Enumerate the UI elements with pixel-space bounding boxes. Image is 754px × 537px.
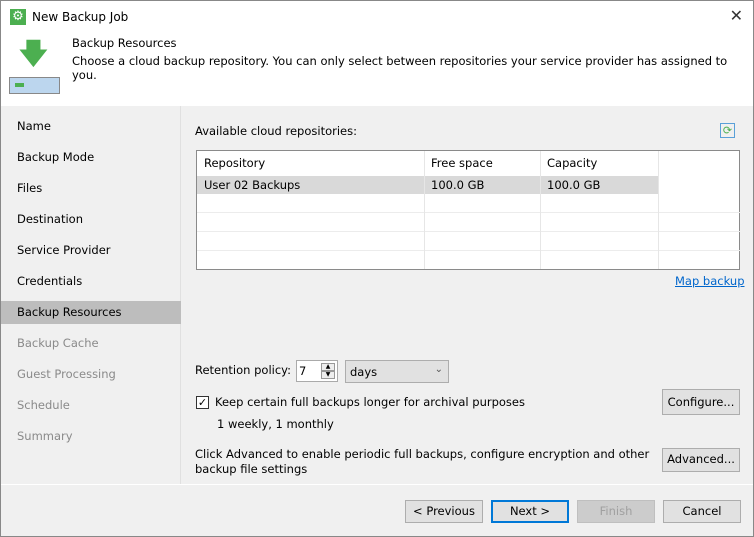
window-title: New Backup Job bbox=[32, 10, 129, 24]
next-button[interactable]: Next > bbox=[491, 500, 569, 523]
step-description: Choose a cloud backup repository. You ca… bbox=[72, 54, 728, 82]
col-divider bbox=[541, 151, 659, 269]
col-divider bbox=[197, 151, 425, 269]
drive-icon bbox=[9, 77, 60, 94]
finish-button: Finish bbox=[577, 500, 655, 523]
advanced-text-2: backup file settings bbox=[195, 462, 308, 476]
step-schedule: Schedule bbox=[17, 398, 70, 412]
wizard-header: 🡇 Backup Resources Choose a cloud backup… bbox=[1, 33, 753, 106]
repositories-table: Repository Free space Capacity User 02 B… bbox=[196, 150, 740, 270]
archival-label[interactable]: Keep certain full backups longer for arc… bbox=[215, 395, 525, 409]
retention-label: Retention policy: bbox=[195, 363, 291, 377]
app-gear-icon: ⚙ bbox=[10, 9, 26, 25]
step-summary: Summary bbox=[17, 429, 73, 443]
down-arrow-icon[interactable]: ▼ bbox=[321, 371, 335, 379]
title-bar: ⚙ New Backup Job ✕ bbox=[1, 1, 753, 33]
step-files[interactable]: Files bbox=[1, 177, 181, 200]
retention-unit: days bbox=[350, 365, 378, 379]
cancel-button[interactable]: Cancel bbox=[663, 500, 741, 523]
archival-summary: 1 weekly, 1 monthly bbox=[217, 417, 334, 431]
step-destination[interactable]: Destination bbox=[1, 208, 181, 231]
configure-button[interactable]: Configure... bbox=[662, 389, 740, 415]
refresh-icon[interactable]: ⟳ bbox=[720, 123, 735, 138]
close-icon[interactable]: ✕ bbox=[730, 6, 743, 25]
step-backup-cache: Backup Cache bbox=[17, 336, 99, 350]
step-name[interactable]: Name bbox=[1, 115, 181, 138]
wizard-steps: Name Backup Mode Files Destination Servi… bbox=[1, 106, 181, 484]
footer-divider bbox=[1, 484, 753, 485]
archival-checkbox[interactable]: ✓ bbox=[196, 396, 209, 409]
step-backup-mode[interactable]: Backup Mode bbox=[1, 146, 181, 169]
main-panel: Available cloud repositories: ⟳ Reposito… bbox=[182, 106, 753, 484]
advanced-button[interactable]: Advanced... bbox=[662, 448, 740, 472]
chevron-down-icon: ⌄ bbox=[434, 364, 443, 375]
advanced-text-1: Click Advanced to enable periodic full b… bbox=[195, 447, 650, 461]
map-backup-link[interactable]: Map backup bbox=[675, 274, 745, 288]
retention-unit-select[interactable]: days ⌄ bbox=[345, 360, 449, 383]
step-service-provider[interactable]: Service Provider bbox=[1, 239, 181, 262]
step-title: Backup Resources bbox=[72, 36, 177, 50]
col-divider bbox=[425, 151, 541, 269]
previous-button[interactable]: < Previous bbox=[405, 500, 483, 523]
step-backup-resources[interactable]: Backup Resources bbox=[1, 301, 181, 324]
step-guest-processing: Guest Processing bbox=[17, 367, 116, 381]
repos-label: Available cloud repositories: bbox=[195, 124, 357, 138]
retention-value[interactable]: 7 bbox=[299, 364, 306, 378]
up-arrow-icon[interactable]: ▲ bbox=[321, 363, 335, 371]
download-arrow-icon: 🡇 bbox=[19, 37, 48, 70]
new-backup-job-window: ⚙ New Backup Job ✕ 🡇 Backup Resources Ch… bbox=[0, 0, 754, 537]
step-credentials[interactable]: Credentials bbox=[1, 270, 181, 293]
retention-stepper[interactable]: 7 ▲ ▼ bbox=[296, 360, 338, 382]
